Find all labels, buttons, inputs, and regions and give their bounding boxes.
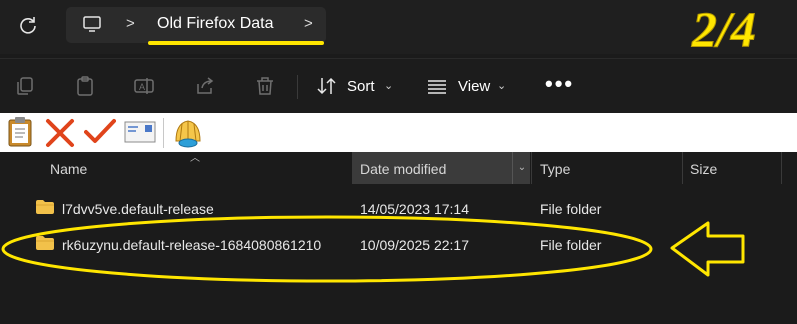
highlight-ellipse <box>1 215 653 283</box>
annotation-overlay <box>1 215 745 283</box>
arrow-annotation-icon <box>670 221 745 277</box>
